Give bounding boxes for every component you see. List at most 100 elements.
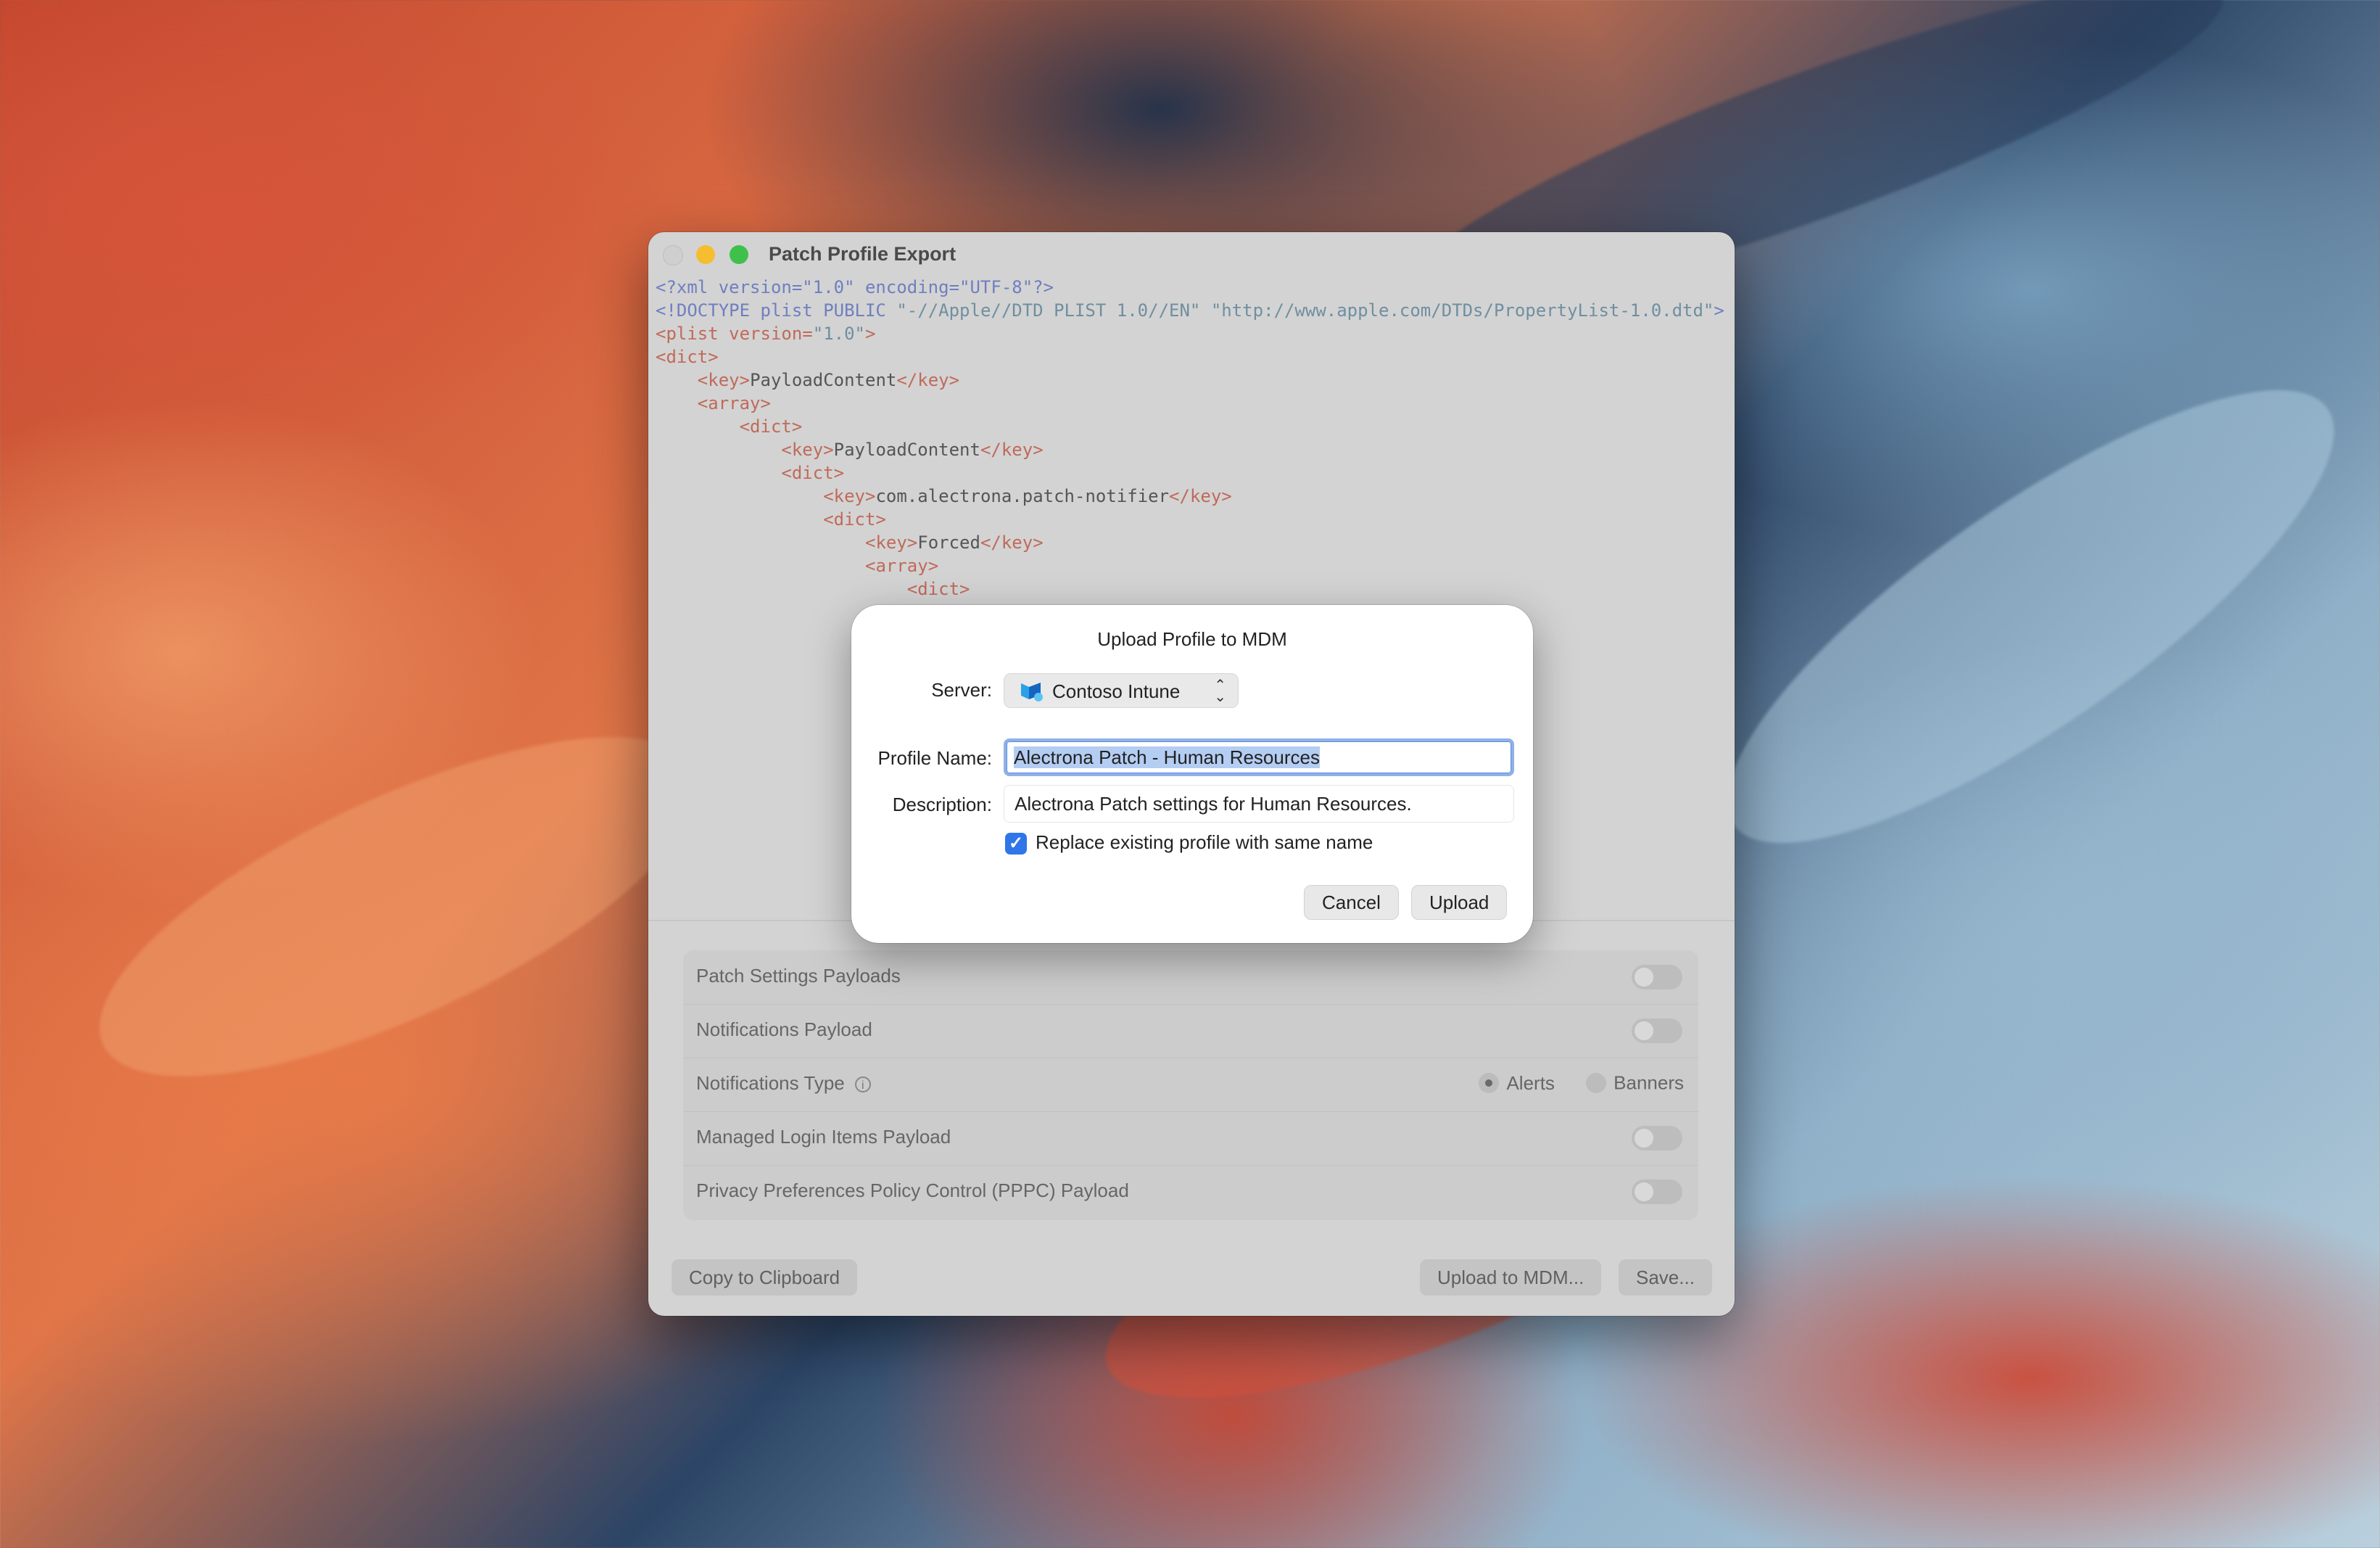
code-token: dict (791, 463, 834, 483)
patch-settings-toggle[interactable] (1632, 965, 1682, 989)
code-line: <!DOCTYPE plist PUBLIC "-//Apple//DTD PL… (656, 299, 1727, 322)
code-token: > (1033, 440, 1044, 460)
code-token: key (1189, 486, 1222, 506)
code-token: key (875, 532, 907, 553)
zoom-window-button[interactable] (730, 245, 748, 264)
code-token: > (865, 486, 876, 506)
code-line: <key>Forced</key> (656, 531, 1727, 554)
code-token: </ (896, 370, 918, 390)
code-token: < (656, 440, 792, 460)
close-window-button[interactable] (663, 245, 683, 265)
code-token: </ (980, 532, 1001, 553)
setting-row-pppc: Privacy Preferences Policy Control (PPPC… (683, 1165, 1698, 1219)
code-token: dict (750, 416, 792, 437)
code-token: com.alectrona.patch-notifier (875, 486, 1170, 506)
code-token: PayloadContent (833, 440, 980, 460)
code-token: dict (917, 579, 960, 599)
banners-radio[interactable] (1586, 1073, 1607, 1094)
alerts-radio[interactable] (1479, 1073, 1500, 1094)
code-token: </ (1169, 486, 1190, 506)
upload-profile-dialog: Upload Profile to MDM Server: Contoso In… (851, 605, 1533, 943)
code-token: > (875, 509, 886, 530)
code-token: "1.0" (812, 324, 865, 344)
code-line: <?xml version="1.0" encoding="UTF-8"?> (656, 276, 1727, 299)
code-line: <dict> (656, 577, 1727, 601)
notifications-payload-toggle[interactable] (1632, 1018, 1682, 1043)
notifications-type-label: Notifications Type i (696, 1072, 871, 1095)
title-bar: Patch Profile Export (648, 232, 1735, 274)
wallpaper-stroke (57, 670, 741, 1144)
description-label: Description: (892, 794, 992, 815)
code-token: Forced (917, 532, 980, 553)
code-token: PayloadContent (750, 370, 897, 390)
code-line: <plist version="1.0"> (656, 322, 1727, 345)
code-token: array (875, 556, 928, 576)
code-line: <array> (656, 554, 1727, 577)
server-label: Server: (931, 679, 992, 701)
code-token: > (1221, 486, 1232, 506)
pppc-label: Privacy Preferences Policy Control (PPPC… (696, 1179, 1129, 1201)
pppc-toggle[interactable] (1632, 1179, 1682, 1204)
code-line: <dict> (656, 461, 1727, 485)
alerts-radio-label: Alerts (1506, 1071, 1555, 1094)
code-token: < (656, 347, 666, 367)
code-token: > (906, 532, 918, 553)
code-token: > (1033, 532, 1044, 553)
code-token: "-//Apple//DTD PLIST 1.0//EN" "http://ww… (896, 300, 1714, 321)
upload-to-mdm-button[interactable]: Upload to MDM... (1420, 1259, 1602, 1296)
copy-to-clipboard-button[interactable]: Copy to Clipboard (672, 1259, 858, 1296)
cancel-button[interactable]: Cancel (1304, 885, 1399, 920)
code-token: plist version= (666, 324, 813, 344)
code-token: key (708, 370, 740, 390)
code-token: <!DOCTYPE plist PUBLIC (656, 300, 897, 321)
code-token: > (1714, 300, 1724, 321)
code-token: < (656, 532, 876, 553)
code-line: <key>PayloadContent</key> (656, 369, 1727, 392)
code-token: > (833, 463, 845, 483)
save-button[interactable]: Save... (1619, 1259, 1712, 1296)
code-token: </ (980, 440, 1001, 460)
code-token: > (823, 440, 834, 460)
server-select[interactable]: Contoso Intune ⌃ ⌄ (1004, 673, 1239, 708)
code-token: dict (666, 347, 708, 367)
payload-settings-list: Patch Settings Payloads Notifications Pa… (683, 950, 1698, 1220)
minimize-window-button[interactable] (696, 245, 715, 264)
info-icon[interactable]: i (854, 1076, 871, 1093)
description-input[interactable]: Alectrona Patch settings for Human Resou… (1004, 785, 1514, 823)
code-token: < (656, 463, 792, 483)
code-token: key (917, 370, 949, 390)
notifications-type-radio-group: Alerts Banners (1479, 1071, 1684, 1095)
code-token: key (833, 486, 865, 506)
dialog-title: Upload Profile to MDM (1097, 628, 1287, 650)
setting-row-patch-settings: Patch Settings Payloads (683, 950, 1698, 1005)
upload-button[interactable]: Upload (1411, 885, 1508, 920)
patch-settings-label: Patch Settings Payloads (696, 965, 901, 987)
code-token: array (708, 393, 761, 413)
code-line: <key>com.alectrona.patch-notifier</key> (656, 485, 1727, 508)
code-token: < (656, 509, 834, 530)
notifications-payload-label: Notifications Payload (696, 1018, 872, 1040)
code-line: <dict> (656, 415, 1727, 438)
code-token: < (656, 324, 666, 344)
replace-existing-label[interactable]: Replace existing profile with same name (1036, 831, 1373, 854)
code-token: key (791, 440, 824, 460)
code-token: > (927, 556, 939, 576)
managed-login-toggle[interactable] (1632, 1126, 1682, 1150)
code-token: key (1001, 532, 1033, 553)
code-line: <key>PayloadContent</key> (656, 438, 1727, 461)
replace-existing-checkbox[interactable]: ✓ (1005, 833, 1027, 855)
setting-row-managed-login-items: Managed Login Items Payload (683, 1111, 1698, 1166)
code-line: <dict> (656, 345, 1727, 369)
profile-name-input[interactable]: Alectrona Patch - Human Resources (1004, 738, 1514, 776)
code-token: < (656, 370, 708, 390)
code-token: < (656, 579, 918, 599)
code-token: > (760, 393, 771, 413)
chevron-up-down-icon: ⌃ ⌄ (1214, 678, 1226, 705)
managed-login-label: Managed Login Items Payload (696, 1126, 951, 1148)
wallpaper-stroke (1671, 319, 2380, 914)
code-token: dict (833, 509, 876, 530)
notifications-type-text: Notifications Type (696, 1072, 845, 1094)
code-token: < (656, 416, 751, 437)
server-selected-value: Contoso Intune (1052, 680, 1181, 702)
code-token: > (959, 579, 970, 599)
